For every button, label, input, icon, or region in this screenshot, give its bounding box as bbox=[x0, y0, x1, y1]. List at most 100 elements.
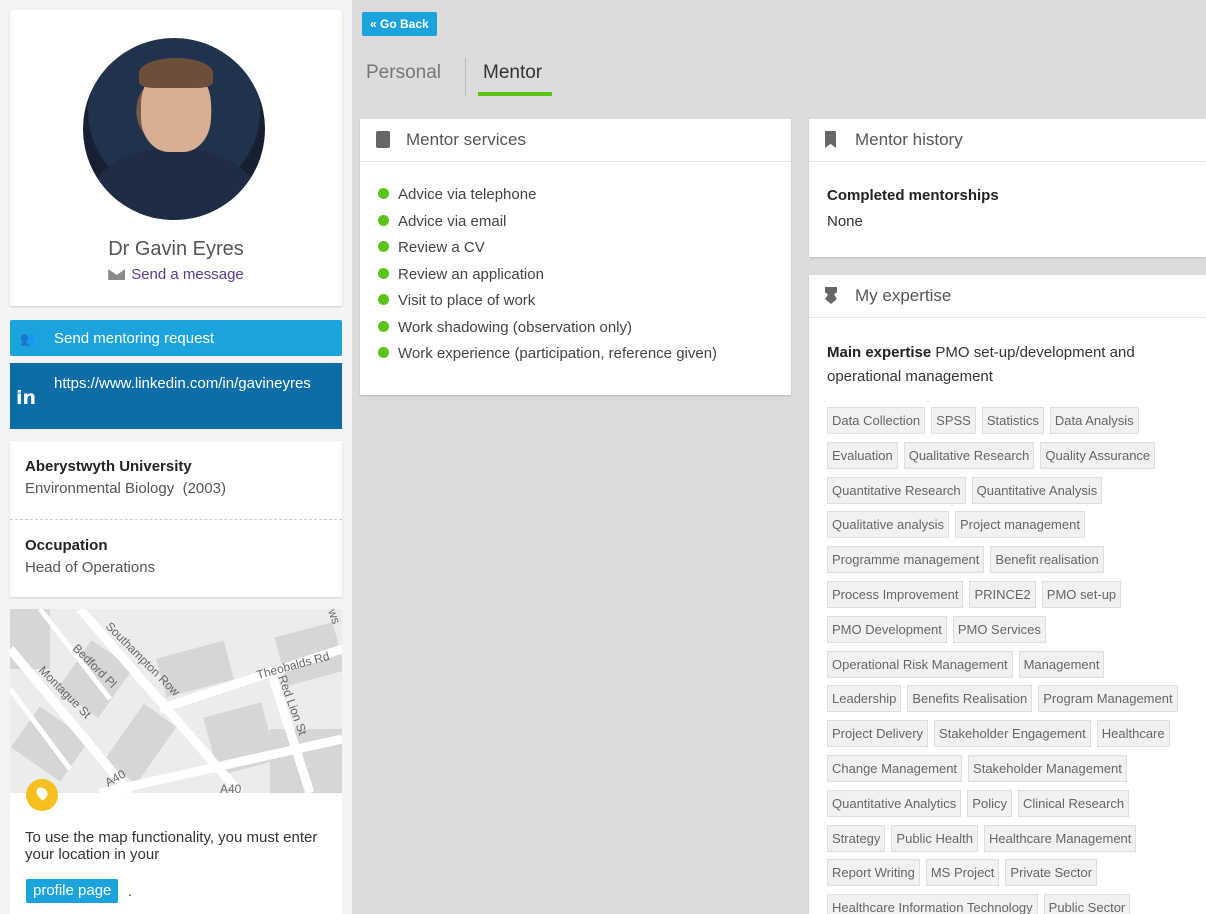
mentor-history-title: Mentor history bbox=[855, 130, 963, 149]
active-tab-indicator bbox=[478, 92, 552, 96]
my-expertise-title: My expertise bbox=[855, 286, 952, 305]
occupation-label: Occupation bbox=[25, 537, 108, 554]
list-item: Review a CV bbox=[378, 239, 485, 256]
left-column: Dr Gavin Eyres Send a message 👥 Send men… bbox=[0, 0, 352, 914]
expertise-tag: Leadership bbox=[827, 685, 902, 713]
users-icon: 👥 bbox=[20, 331, 36, 346]
expertise-tag: Public Health bbox=[891, 824, 979, 852]
tag-row: Project Delivery Stakeholder Engagement He… bbox=[827, 720, 1206, 748]
expertise-tag: Strategy bbox=[827, 824, 886, 852]
expertise-tag: Process Improvement bbox=[827, 580, 964, 608]
avatar bbox=[83, 38, 265, 220]
list-item: Advice via telephone bbox=[378, 186, 536, 203]
tag-row: Leadership Benefits Realisation Program Ma… bbox=[827, 685, 1206, 713]
expertise-tag: Programme management bbox=[827, 546, 985, 574]
map-note-trailing: . bbox=[128, 883, 133, 900]
expertise-tag: Operational Risk Management bbox=[827, 650, 1013, 678]
completed-mentorships-value: None bbox=[827, 213, 863, 230]
expertise-tag: Healthcare bbox=[1096, 720, 1170, 748]
list-item: Work shadowing (observation only) bbox=[378, 319, 632, 336]
expertise-tag: Quantitative Research bbox=[827, 476, 966, 504]
expertise-tag: PMO set-up bbox=[1041, 580, 1122, 608]
location-pin-icon bbox=[26, 779, 58, 811]
expertise-tag: Report Writing bbox=[827, 859, 920, 887]
expertise-tag: Project Delivery bbox=[827, 720, 929, 748]
bookmark-icon bbox=[825, 131, 836, 148]
expertise-tag: PMO Services bbox=[952, 615, 1046, 643]
university-name: Aberystwyth University bbox=[25, 458, 192, 475]
expertise-tag: Stakeholder Engagement bbox=[934, 720, 1091, 748]
map-street-label: A40 bbox=[220, 782, 242, 793]
tag-row: Quantitative Research Quantitative Analys… bbox=[827, 476, 1206, 504]
main-content: « Go Back Personal Mentor Mentor service… bbox=[352, 10, 1206, 914]
tag-row: Strategy Public Health Healthcare Manageme… bbox=[827, 824, 1206, 852]
expertise-tag: Program Management bbox=[1038, 685, 1178, 713]
list-item: Work experience (participation, referenc… bbox=[378, 345, 717, 362]
expertise-tag: Benefits Realisation bbox=[907, 685, 1033, 713]
linkedin-icon: in bbox=[16, 387, 37, 409]
map-footer: To use the map functionality, you must e… bbox=[10, 779, 342, 914]
expertise-tag: Stakeholder Management bbox=[968, 754, 1127, 782]
map-note: To use the map functionality, you must e… bbox=[25, 829, 318, 863]
expertise-tag: SPSS bbox=[931, 407, 976, 434]
tag-row: Operational Risk Management Management bbox=[827, 650, 1206, 678]
expertise-tag: Qualitative Research bbox=[903, 441, 1035, 469]
mentor-services-title: Mentor services bbox=[406, 130, 526, 149]
tag-row: Evaluation Qualitative Research Quality As… bbox=[827, 441, 1206, 469]
profile-card: Dr Gavin Eyres Send a message bbox=[10, 10, 342, 306]
expertise-tag: Data Collection bbox=[827, 407, 926, 434]
expertise-tag: Qualitative analysis bbox=[827, 511, 949, 539]
mentor-services-header: Mentor services bbox=[360, 119, 791, 162]
tag-row: Quantitative Analytics Policy Clinical Res… bbox=[827, 789, 1206, 817]
list-item: Review an application bbox=[378, 266, 544, 283]
expertise-tag: Management bbox=[1018, 650, 1105, 678]
expertise-tag: Quantitative Analytics bbox=[827, 789, 962, 817]
go-back-button[interactable]: « Go Back bbox=[362, 12, 437, 36]
expertise-tag: PMO Development bbox=[827, 615, 947, 643]
profile-page-button[interactable]: profile page bbox=[26, 879, 119, 903]
medal-icon bbox=[825, 287, 837, 304]
tag-row: PMO Development PMO Services bbox=[827, 615, 1206, 643]
tag-row: Process Improvement PRINCE2 PMO set-up bbox=[827, 580, 1206, 608]
mentor-history-panel: Mentor history Completed mentorships Non… bbox=[809, 119, 1206, 257]
map[interactable]: Southampton Row Bedford Pl Montague St T… bbox=[10, 609, 342, 793]
expertise-tag: Healthcare Management bbox=[984, 824, 1137, 852]
expertise-tag: Benefit realisation bbox=[990, 546, 1104, 574]
graduation-year: (2003) bbox=[182, 480, 226, 497]
expertise-tag: Public Sector bbox=[1043, 894, 1131, 914]
tag-row: Healthcare Information Technology Public … bbox=[827, 894, 1206, 914]
send-mentoring-request-label: Send mentoring request bbox=[54, 330, 215, 347]
list-item: Advice via email bbox=[378, 213, 506, 230]
expertise-tag: Data Analysis bbox=[1049, 407, 1139, 434]
expertise-tag: Quality Assurance bbox=[1040, 441, 1156, 469]
tab-divider bbox=[465, 58, 466, 96]
tab-mentor[interactable]: Mentor bbox=[483, 62, 542, 84]
tag-row: Change Management Stakeholder Management bbox=[827, 754, 1206, 782]
tag-row: Programme management Benefit realisation bbox=[827, 546, 1206, 574]
list-item: Visit to place of work bbox=[378, 292, 535, 309]
expertise-tag: Change Management bbox=[827, 754, 963, 782]
envelope-icon bbox=[108, 269, 126, 280]
expertise-tag: MS Project bbox=[925, 859, 1000, 887]
expertise-tag: Quantitative Analysis bbox=[971, 476, 1103, 504]
completed-mentorships-label: Completed mentorships bbox=[827, 187, 999, 204]
expertise-tag: Statistics bbox=[981, 407, 1044, 434]
my-expertise-header: My expertise bbox=[809, 275, 1206, 318]
expertise-tag: Policy bbox=[967, 789, 1012, 817]
tag-row: Report Writing MS Project Private Sector bbox=[827, 859, 1206, 887]
mentor-history-header: Mentor history bbox=[809, 119, 1206, 162]
tag-row: Qualitative analysis Project management bbox=[827, 511, 1206, 539]
expertise-tag: Private Sector bbox=[1005, 859, 1098, 887]
send-message-link[interactable]: Send a message bbox=[10, 266, 342, 283]
linkedin-link[interactable]: in https://www.linkedin.com/in/gavineyre… bbox=[10, 363, 342, 429]
expertise-tag: PRINCE2 bbox=[969, 580, 1036, 608]
course-name: Environmental Biology bbox=[25, 480, 175, 497]
main-expertise: Main expertise PMO set-up/development an… bbox=[827, 341, 1199, 389]
my-expertise-panel: My expertise Main expertise PMO set-up/d… bbox=[809, 275, 1206, 914]
expertise-tag: Clinical Research bbox=[1017, 789, 1130, 817]
main-expertise-label: Main expertise bbox=[827, 344, 932, 361]
education-card: Aberystwyth University Environmental Bio… bbox=[10, 441, 342, 597]
tab-personal[interactable]: Personal bbox=[366, 62, 441, 84]
send-mentoring-request-button[interactable]: 👥 Send mentoring request bbox=[10, 320, 342, 356]
expertise-tags: Data Collection SPSS Statistics Data Analys… bbox=[827, 407, 1206, 914]
